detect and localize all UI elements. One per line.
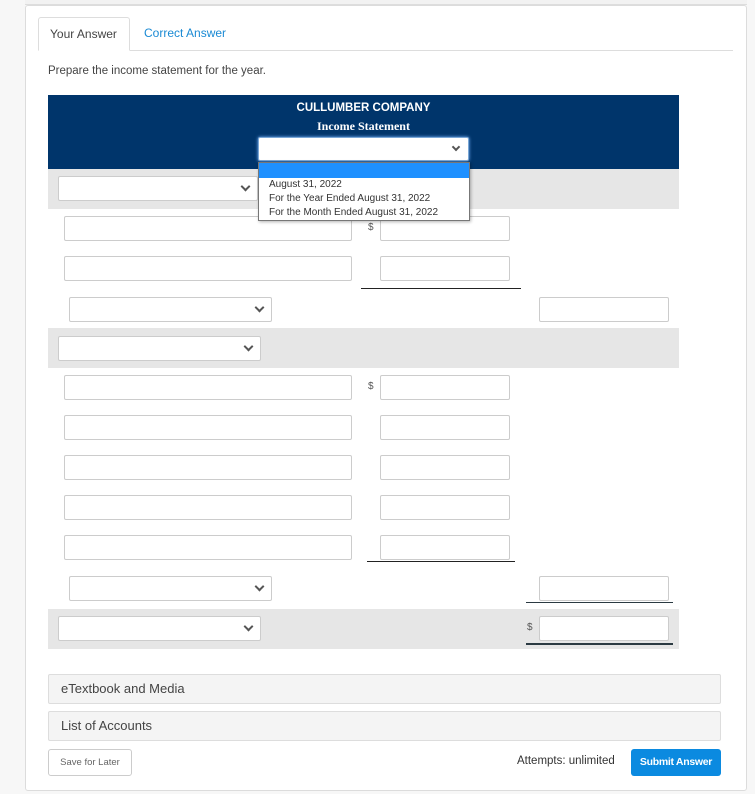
section2-total-input[interactable] <box>539 576 669 601</box>
subtotal-rule <box>361 288 521 289</box>
section1-total-input[interactable] <box>539 297 669 322</box>
chevron-down-icon <box>254 302 265 313</box>
dollar-sign: $ <box>368 222 374 233</box>
tab-correct-answer[interactable]: Correct Answer <box>133 17 237 51</box>
question-prompt: Prepare the income statement for the yea… <box>48 65 266 77</box>
date-option[interactable]: For the Month Ended August 31, 2022 <box>259 206 469 220</box>
chevron-down-icon <box>243 341 254 352</box>
subtotal-rule <box>367 561 515 562</box>
section1-account-input-2[interactable] <box>64 256 352 281</box>
date-option[interactable]: August 31, 2022 <box>259 178 469 192</box>
question-card: Your Answer Correct Answer Prepare the i… <box>25 5 747 791</box>
tab-your-answer[interactable]: Your Answer <box>38 17 130 51</box>
company-name: CULLUMBER COMPANY <box>296 102 431 114</box>
answer-tabs: Your Answer Correct Answer <box>38 17 733 51</box>
dollar-sign: $ <box>368 381 374 392</box>
section2-total-select[interactable] <box>69 576 272 601</box>
save-for-later-button[interactable]: Save for Later <box>48 749 132 776</box>
section2-account-input-4[interactable] <box>64 495 352 520</box>
date-option-blank[interactable] <box>259 163 469 178</box>
dollar-sign: $ <box>527 622 533 633</box>
date-select[interactable] <box>258 137 469 161</box>
date-dropdown-list: August 31, 2022 For the Year Ended Augus… <box>258 162 470 221</box>
section2-amount-input-4[interactable] <box>380 495 510 520</box>
section2-amount-input-3[interactable] <box>380 455 510 480</box>
chevron-down-icon <box>243 621 254 632</box>
section2-heading-select[interactable] <box>58 336 261 361</box>
chevron-down-icon <box>240 181 251 192</box>
net-label-select[interactable] <box>58 616 261 641</box>
accordion-etextbook[interactable]: eTextbook and Media <box>48 674 721 704</box>
attempts-label: Attempts: unlimited <box>517 755 615 767</box>
section2-account-input-5[interactable] <box>64 535 352 560</box>
section2-account-input-1[interactable] <box>64 375 352 400</box>
chevron-down-icon <box>254 581 265 592</box>
chevron-down-icon <box>451 142 461 152</box>
net-value-input[interactable] <box>539 616 669 641</box>
double-underline-rule <box>526 643 673 645</box>
section2-amount-input-2[interactable] <box>380 415 510 440</box>
section2-account-input-2[interactable] <box>64 415 352 440</box>
section2-amount-input-1[interactable] <box>380 375 510 400</box>
submit-answer-button[interactable]: Submit Answer <box>631 749 721 776</box>
total-rule <box>526 602 673 603</box>
section1-heading-select[interactable] <box>58 176 258 201</box>
section2-account-input-3[interactable] <box>64 455 352 480</box>
section1-total-select[interactable] <box>69 297 272 322</box>
accordion-list-of-accounts[interactable]: List of Accounts <box>48 711 721 741</box>
date-option[interactable]: For the Year Ended August 31, 2022 <box>259 192 469 206</box>
statement-title: Income Statement <box>317 119 410 133</box>
section1-amount-input-2[interactable] <box>380 256 510 281</box>
section2-amount-input-5[interactable] <box>380 535 510 560</box>
